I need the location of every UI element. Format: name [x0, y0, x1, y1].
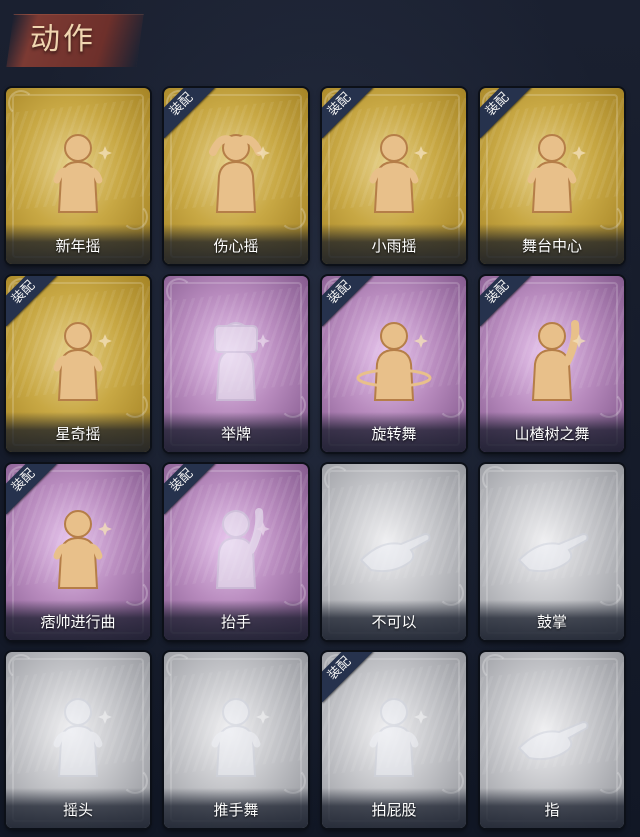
- push-hands-icon: [164, 682, 308, 786]
- action-card[interactable]: 推手舞: [164, 652, 308, 828]
- hold-sign-icon: [164, 306, 308, 410]
- point-finger-icon: [480, 682, 624, 786]
- action-name: 不可以: [371, 613, 417, 631]
- card-ornament: [166, 278, 192, 304]
- action-card[interactable]: 鼓掌: [480, 464, 624, 640]
- action-name: 鼓掌: [536, 613, 567, 631]
- action-name: 拍屁股: [371, 801, 417, 819]
- action-card[interactable]: 举牌: [164, 276, 308, 452]
- card-ornament: [324, 466, 350, 492]
- action-card[interactable]: 装配 痞帅进行曲: [6, 464, 150, 640]
- card-ornament: [482, 466, 508, 492]
- action-card[interactable]: 不可以: [322, 464, 466, 640]
- action-card[interactable]: 摇头: [6, 652, 150, 828]
- card-ornament: [166, 654, 192, 680]
- action-name: 举牌: [220, 425, 251, 443]
- rain-dance-icon: [322, 118, 466, 222]
- action-card[interactable]: 装配 抬手: [164, 464, 308, 640]
- pat-icon: [322, 682, 466, 786]
- action-name: 抬手: [220, 613, 251, 631]
- action-name: 舞台中心: [521, 237, 582, 255]
- raise-arm-icon: [480, 306, 624, 410]
- action-name: 痞帅进行曲: [40, 613, 116, 631]
- action-name: 旋转舞: [371, 425, 417, 443]
- action-card[interactable]: 装配 星奇摇: [6, 276, 150, 452]
- action-name: 山楂树之舞: [514, 425, 590, 443]
- action-card[interactable]: 装配 小雨摇: [322, 88, 466, 264]
- dancer-clap-icon: [6, 118, 150, 222]
- action-name: 小雨摇: [371, 237, 417, 255]
- spin-dance-icon: [322, 306, 466, 410]
- finger-wag-icon: [322, 494, 466, 598]
- action-card[interactable]: 装配 伤心摇: [164, 88, 308, 264]
- star-pose-icon: [6, 306, 150, 410]
- action-name: 伤心摇: [213, 237, 259, 255]
- action-card[interactable]: 新年摇: [6, 88, 150, 264]
- card-ornament: [8, 654, 34, 680]
- card-ornament: [8, 90, 34, 116]
- action-name: 新年摇: [55, 237, 101, 255]
- action-name: 指: [544, 801, 560, 819]
- shake-head-icon: [6, 682, 150, 786]
- page-title: 动作: [30, 22, 96, 57]
- march-icon: [6, 494, 150, 598]
- action-card[interactable]: 装配 旋转舞: [322, 276, 466, 452]
- card-ornament: [482, 654, 508, 680]
- action-card[interactable]: 装配 拍屁股: [322, 652, 466, 828]
- heart-hands-icon: [164, 118, 308, 222]
- action-name: 摇头: [62, 801, 93, 819]
- action-card[interactable]: 装配 山楂树之舞: [480, 276, 624, 452]
- raise-hand-icon: [164, 494, 308, 598]
- action-card[interactable]: 装配 舞台中心: [480, 88, 624, 264]
- clap-hands-icon: [480, 494, 624, 598]
- action-card[interactable]: 指: [480, 652, 624, 828]
- action-name: 星奇摇: [55, 425, 101, 443]
- stage-pose-icon: [480, 118, 624, 222]
- action-grid: 新年摇 装配 伤心摇 装配 小雨摇 装配 舞台中心装配 星奇摇举牌 装配 旋转舞 装配 山楂树之舞装配…: [6, 88, 636, 834]
- action-name: 推手舞: [213, 801, 259, 819]
